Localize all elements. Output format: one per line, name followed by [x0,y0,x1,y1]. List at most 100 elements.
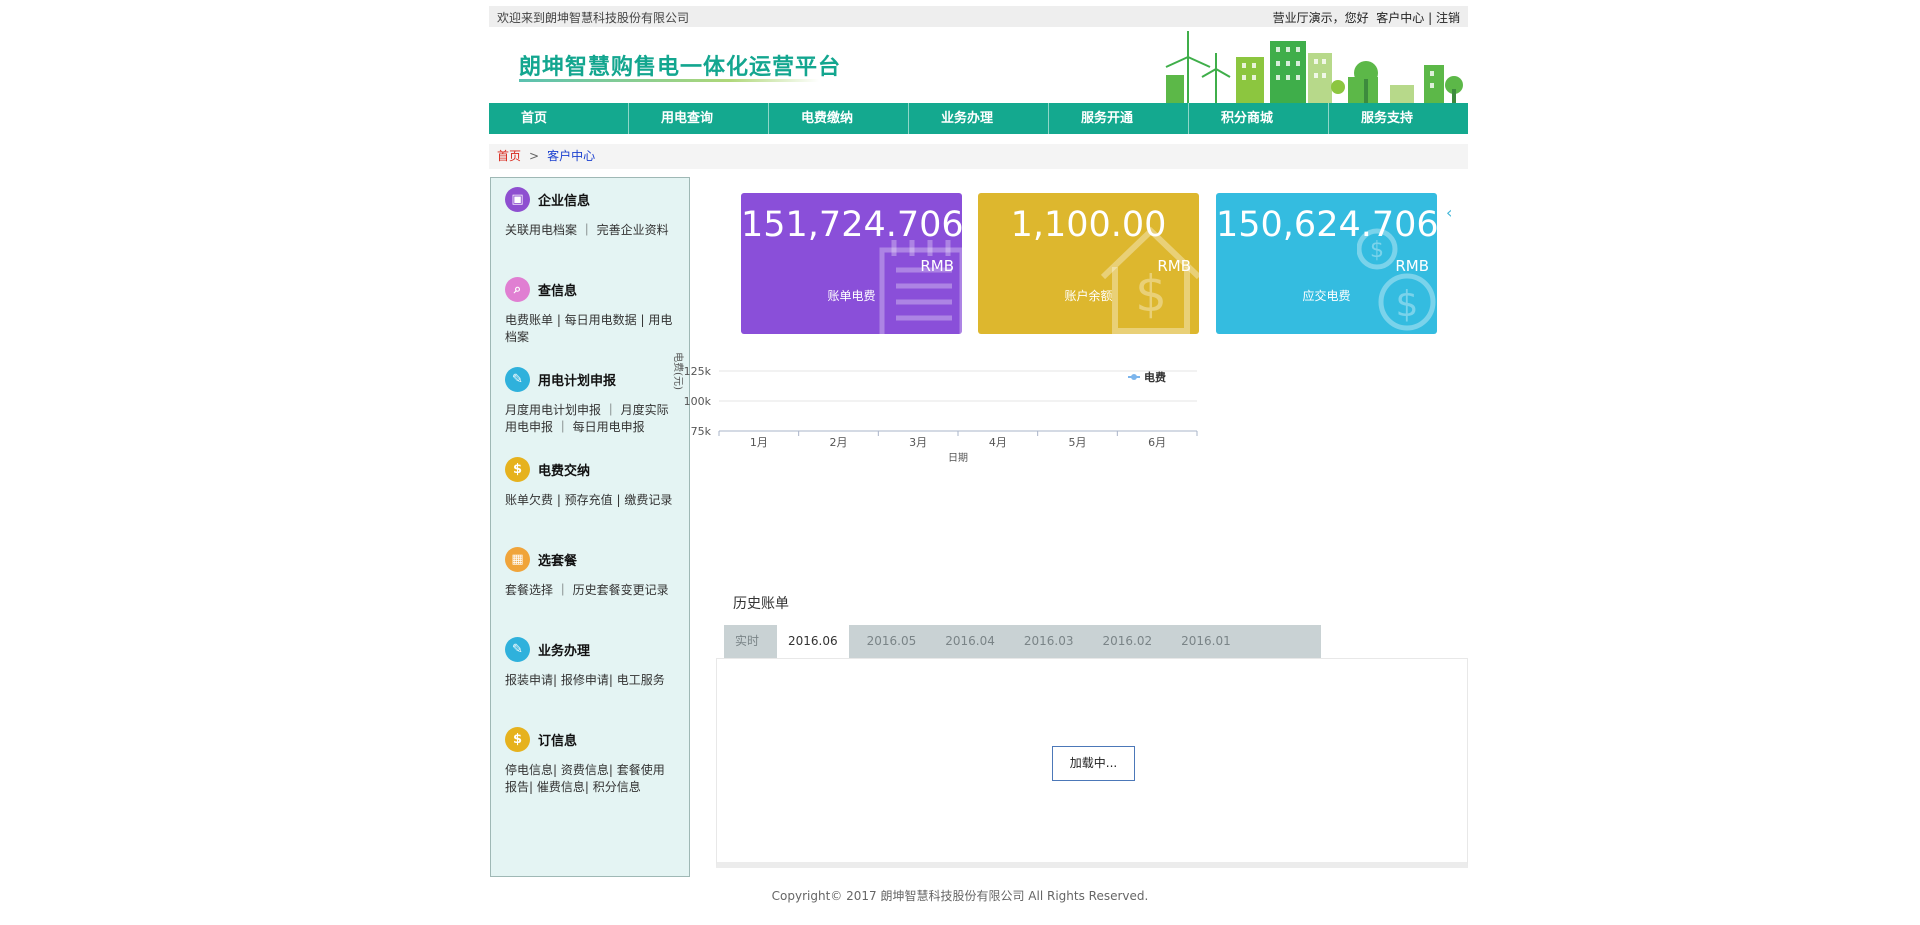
section-title: 查信息 [538,283,578,299]
section-link[interactable]: 报装申请| 报修申请| 电工服务 [505,673,665,687]
legend-dot-marker[interactable] [1131,374,1137,380]
section-link[interactable]: 关联用电档案 ｜ 完善企业资料 [505,223,669,237]
history-tab[interactable]: 2016.05 [856,625,928,658]
nav-support[interactable]: 服务支持 [1329,103,1468,134]
top-separator: | [1428,11,1433,25]
card-label: 账户余额 [1064,289,1113,303]
nav-usage-query[interactable]: 用电查询 [629,103,769,134]
nav-bill-payment[interactable]: 电费缴纳 [769,103,909,134]
dollar-icon: $ [505,726,530,752]
history-tab[interactable]: 2016.02 [1092,625,1164,658]
breadcrumb-current[interactable]: 客户中心 [547,149,595,163]
bill-amount-card[interactable]: 151,724.706 RMB 账单电费 [741,193,962,334]
title-underline [519,79,819,82]
card-label: 应交电费 [1302,289,1351,303]
id-card-icon: ▣ [505,186,530,212]
history-tab[interactable]: 实时 [724,625,770,658]
history-tab[interactable]: 2016.04 [934,625,1006,658]
section-links[interactable]: 停电信息| 资费信息| 套餐使用报告| 催费信息| 积分信息 [505,762,675,796]
card-amount: 150,624.706 [1216,205,1437,245]
history-title: 历史账单 [733,596,789,612]
sidebar-section-package: ▦ 选套餐 套餐选择 ｜ 历史套餐变更记录 [505,546,685,599]
x-tick-label: 2月 [830,436,848,449]
section-title: 企业信息 [538,193,591,209]
section-head: ✎ 业务办理 [505,636,685,662]
customer-center-link[interactable]: 客户中心 [1376,11,1424,25]
y-tick-label: 125k [684,365,712,378]
card-unit: RMB [1157,257,1191,275]
x-axis-label: 日期 [948,452,968,464]
section-links[interactable]: 关联用电档案 ｜ 完善企业资料 [505,222,675,239]
notepad-icon [879,240,962,334]
section-title: 业务办理 [538,643,591,659]
x-tick-label: 1月 [750,436,768,449]
section-head: ▦ 选套餐 [505,546,685,572]
amount-due-card[interactable]: $ $ 150,624.706 RMB 应交电费 [1216,193,1437,334]
sidebar-section-query: ⌕ 查信息 电费账单 | 每日用电数据 | 用电档案 [505,276,685,346]
loading-indicator: 加载中... [1052,746,1135,781]
logout-link[interactable]: 注销 [1436,11,1460,25]
card-label: 账单电费 [827,289,876,303]
monthly-fee-chart: 月度电费75k100k125k150k175k1月2月3月4月5月6月日期电费(… [672,352,1198,464]
history-tab[interactable]: 2016.01 [1170,625,1242,658]
sidebar-section-payment: $ 电费交纳 账单欠费 | 预存充值 | 缴费记录 [505,456,685,509]
section-link[interactable]: 账单欠费 | 预存充值 | 缴费记录 [505,493,672,507]
y-tick-label: 75k [691,425,712,438]
x-tick-label: 5月 [1069,436,1087,449]
breadcrumb-separator: > [529,149,540,163]
x-tick-label: 3月 [909,436,927,449]
nav-business[interactable]: 业务办理 [909,103,1049,134]
section-link[interactable]: 停电信息| 资费信息| 套餐使用报告| 催费信息| 积分信息 [505,763,665,794]
section-title: 选套餐 [538,553,578,569]
y-axis-label: 电费(元) [672,352,685,390]
section-link[interactable]: 月度用电计划申报 ｜ 月度实际用电申报 ｜ 每日用电申报 [505,403,669,434]
main-nav: 首页 用电查询 电费缴纳 业务办理 服务开通 积分商城 服务支持 [489,103,1468,134]
user-links: 营业厅演示，您好 客户中心 | 注销 [1273,9,1460,26]
section-links[interactable]: 月度用电计划申报 ｜ 月度实际用电申报 ｜ 每日用电申报 [505,402,675,436]
dollar-icon: $ [505,456,530,482]
nav-points-mall[interactable]: 积分商城 [1189,103,1329,134]
footer-copyright: Copyright© 2017 朗坤智慧科技股份有限公司 All Rights … [771,889,1149,903]
clipboard-icon: ✎ [505,636,530,662]
card-amount: 151,724.706 [741,205,962,245]
section-head: $ 电费交纳 [505,456,685,482]
package-icon: ▦ [505,546,530,572]
header: 朗坤智慧购售电一体化运营平台 [489,27,1468,103]
user-greeting: 营业厅演示，您好 [1272,11,1369,25]
history-tab[interactable]: 2016.06 [777,625,849,658]
document-search-icon: ⌕ [505,276,530,302]
city-skyline-illustration [1165,31,1463,103]
x-tick-label: 4月 [989,436,1007,449]
nav-service-activation[interactable]: 服务开通 [1049,103,1189,134]
sidebar-section-company: ▣ 企业信息 关联用电档案 ｜ 完善企业资料 [505,186,685,239]
chevron-left-icon[interactable]: ‹ [1446,203,1452,222]
section-head: $ 订信息 [505,726,685,752]
section-links[interactable]: 电费账单 | 每日用电数据 | 用电档案 [505,312,675,346]
sidebar-section-plan: ✎ 用电计划申报 月度用电计划申报 ｜ 月度实际用电申报 ｜ 每日用电申报 [505,366,685,436]
top-bar: 欢迎来到朗坤智慧科技股份有限公司 营业厅演示，您好 客户中心 | 注销 [489,6,1468,27]
card-amount: 1,100.00 [1010,205,1167,245]
section-links[interactable]: 套餐选择 ｜ 历史套餐变更记录 [505,582,675,599]
section-head: ▣ 企业信息 [505,186,685,212]
section-link[interactable]: 套餐选择 ｜ 历史套餐变更记录 [505,583,669,597]
card-unit: RMB [1395,257,1429,275]
sidebar: ▣ 企业信息 关联用电档案 ｜ 完善企业资料 ⌕ 查信息 电费账单 | 每日用电… [490,177,690,877]
section-links[interactable]: 报装申请| 报修申请| 电工服务 [505,672,675,689]
section-link[interactable]: 电费账单 | 每日用电数据 | 用电档案 [505,313,672,344]
section-title: 电费交纳 [538,463,591,479]
sidebar-section-subscribe: $ 订信息 停电信息| 资费信息| 套餐使用报告| 催费信息| 积分信息 [505,726,685,796]
platform-title: 朗坤智慧购售电一体化运营平台 [519,55,842,80]
sidebar-section-business: ✎ 业务办理 报装申请| 报修申请| 电工服务 [505,636,685,689]
section-head: ✎ 用电计划申报 [505,366,685,392]
y-tick-label: 100k [684,395,712,408]
clipboard-icon: ✎ [505,366,530,392]
history-tab[interactable]: 2016.03 [1013,625,1085,658]
account-balance-card[interactable]: $ 1,100.00 RMB 账户余额 [978,193,1199,334]
section-links[interactable]: 账单欠费 | 预存充值 | 缴费记录 [505,492,675,509]
history-tabs: 实时 2016.06 2016.05 2016.04 2016.03 2016.02 201… [724,625,1321,658]
breadcrumb-home[interactable]: 首页 [497,149,521,163]
page-container: 欢迎来到朗坤智慧科技股份有限公司 营业厅演示，您好 客户中心 | 注销 朗坤智慧… [489,0,1468,925]
breadcrumb: 首页 > 客户中心 [489,144,1468,169]
nav-home[interactable]: 首页 [489,103,629,134]
legend-series-name[interactable]: 电费 [1144,370,1166,384]
